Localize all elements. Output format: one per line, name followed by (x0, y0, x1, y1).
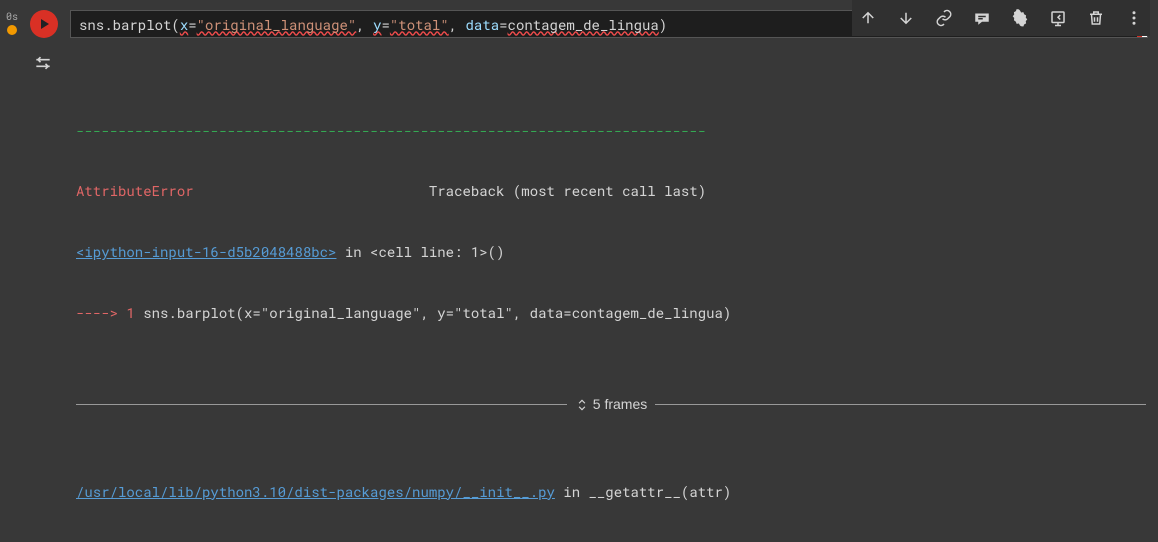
toggle-output-button[interactable] (30, 50, 56, 76)
more-actions-button[interactable] (1124, 8, 1144, 28)
frames-label: 5 frames (567, 394, 655, 414)
ipython-input-link[interactable]: <ipython-input-16-d5b2048488bc> (76, 242, 336, 261)
move-up-button[interactable] (858, 8, 878, 28)
notebook-cell-area: 0s sns.barplot(x="original_language", y=… (0, 0, 1158, 542)
execution-gutter: 0s (0, 0, 24, 542)
move-down-button[interactable] (896, 8, 916, 28)
numpy-init-link[interactable]: /usr/local/lib/python3.10/dist-packages/… (76, 482, 555, 501)
settings-button[interactable] (1010, 8, 1030, 28)
add-comment-button[interactable] (972, 8, 992, 28)
cell-main: sns.barplot(x="original_language", y="to… (24, 0, 1158, 542)
copy-link-button[interactable] (934, 8, 954, 28)
output-toggle-row (24, 42, 1158, 80)
frames-expander[interactable]: 5 frames (76, 394, 1146, 414)
traceback-header: AttributeError Traceback (most recent ca… (76, 181, 1146, 201)
exec-time-label: 0s (6, 10, 18, 23)
mirror-cell-button[interactable] (1048, 8, 1068, 28)
traceback-divider: ----------------------------------------… (76, 121, 1146, 141)
frames-line-right (655, 404, 1146, 405)
traceback-line1: ----> 1 sns.barplot(x="original_language… (76, 303, 1146, 323)
traceback-source: <ipython-input-16-d5b2048488bc> in <cell… (76, 242, 1146, 262)
run-cell-button[interactable] (26, 6, 62, 42)
frames-line-left (76, 404, 567, 405)
code-token-fn: sns.barplot (79, 15, 171, 34)
cell-toolbar (852, 0, 1150, 36)
run-icon (30, 10, 58, 38)
delete-cell-button[interactable] (1086, 8, 1106, 28)
exec-status-indicator (7, 25, 17, 35)
numpy-frame-link: /usr/local/lib/python3.10/dist-packages/… (76, 482, 1146, 502)
expand-icon (575, 398, 589, 412)
cell-output: ----------------------------------------… (24, 80, 1158, 542)
